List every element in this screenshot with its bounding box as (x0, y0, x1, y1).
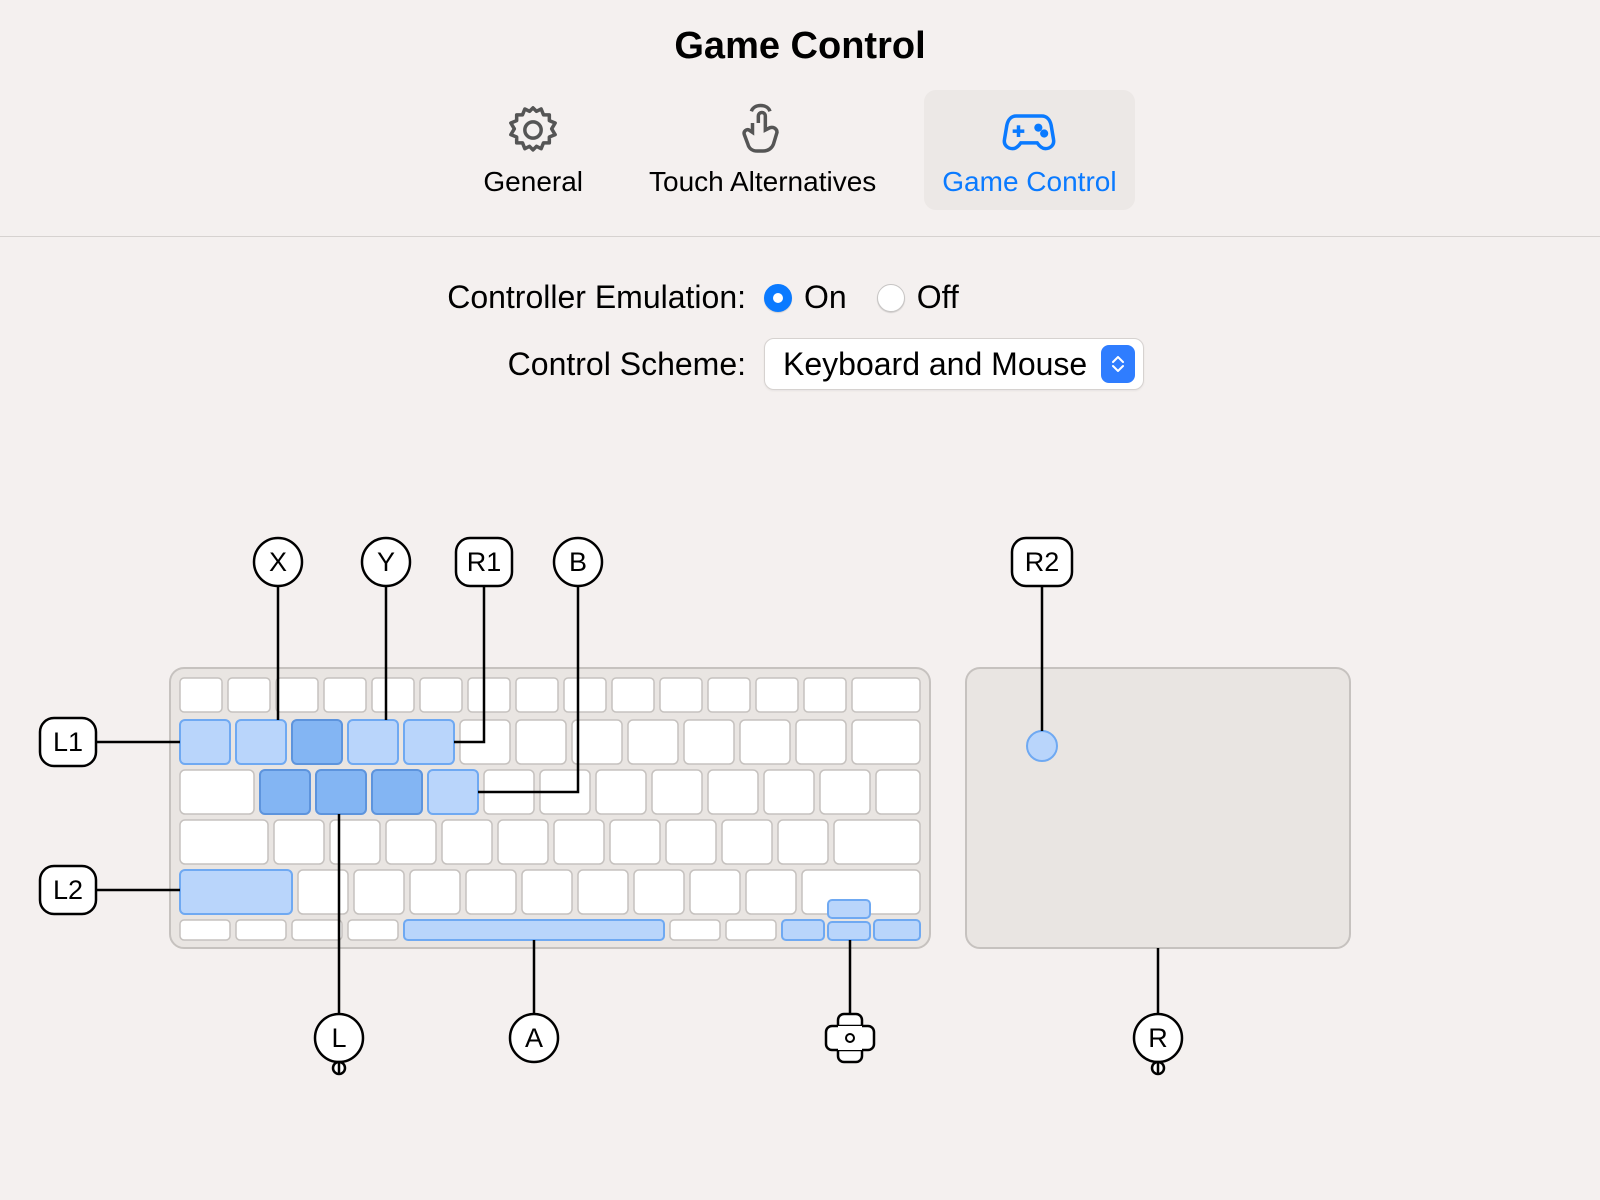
keyboard-row-1 (180, 678, 920, 712)
badge-l-stick: L (315, 1014, 363, 1074)
trackpad-cursor-dot (1027, 731, 1057, 761)
badge-dpad (826, 1014, 874, 1062)
trackpad-body (966, 668, 1350, 948)
keyboard-row-2 (180, 720, 920, 764)
badge-x-label: X (269, 547, 287, 577)
badge-r1-label: R1 (467, 547, 502, 577)
badge-r-label: R (1148, 1023, 1168, 1053)
badge-b-label: B (569, 547, 587, 577)
badge-l1-label: L1 (53, 727, 83, 757)
badge-r-stick: R (1134, 1014, 1182, 1074)
badge-r2-label: R2 (1025, 547, 1060, 577)
badge-y-label: Y (377, 547, 395, 577)
control-diagram: .kb-body { fill:#e9e5e2; stroke:#c6c2bf;… (0, 0, 1600, 1200)
badge-a-label: A (525, 1023, 543, 1053)
badge-l-label: L (331, 1023, 346, 1053)
keyboard-row-5 (180, 870, 920, 914)
badge-l2-label: L2 (53, 875, 83, 905)
